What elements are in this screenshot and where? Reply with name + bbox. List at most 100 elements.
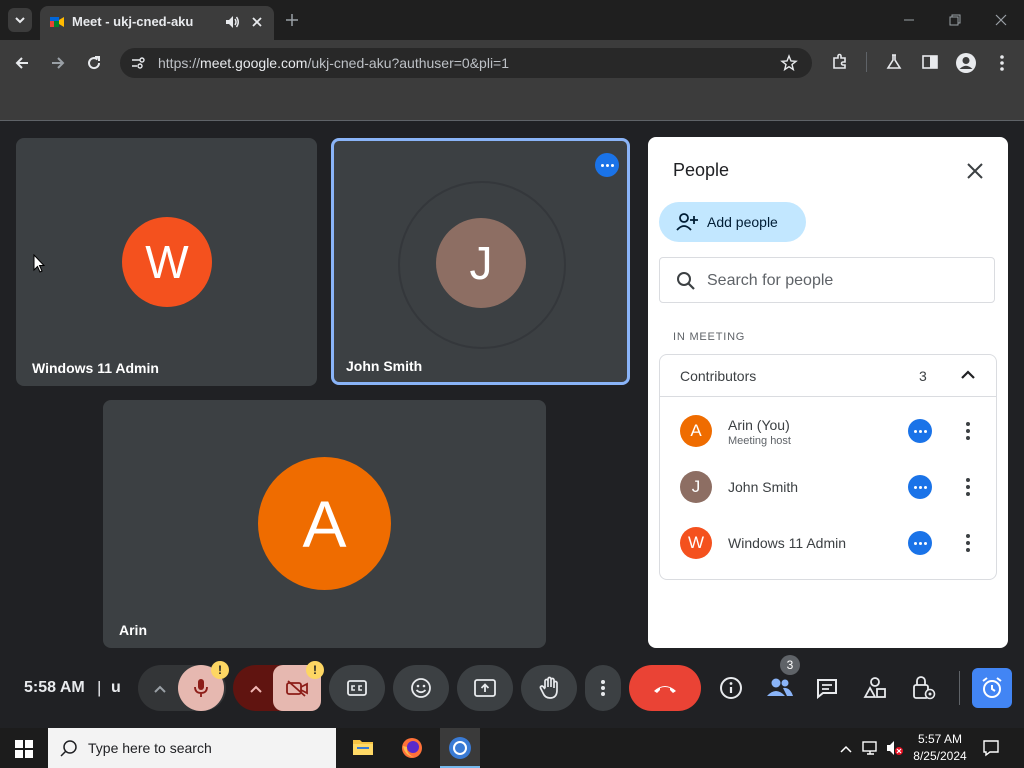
address-bar[interactable]: https://meet.google.com/ukj-cned-aku?aut…	[120, 48, 812, 78]
host-controls-icon[interactable]	[912, 675, 936, 706]
close-panel-icon[interactable]	[966, 162, 984, 185]
chrome-menu-icon[interactable]	[999, 54, 1005, 77]
avatar-initial: J	[691, 477, 701, 496]
search-people-input[interactable]: Search for people	[659, 257, 995, 303]
contributors-group: Contributors 3 A Arin (You) Meeting host…	[659, 354, 997, 580]
more-options-icon[interactable]	[966, 478, 970, 496]
video-options-chevron-icon[interactable]	[249, 682, 263, 700]
participant-avatar: W	[680, 527, 712, 559]
bookmark-star-icon[interactable]	[780, 54, 798, 77]
participant-status-button[interactable]	[908, 419, 932, 443]
tray-chevron-icon[interactable]	[839, 742, 853, 760]
participant-name: Arin (You)	[728, 417, 790, 433]
avatar-initial: A	[302, 486, 347, 561]
clock-time: 5:57 AM	[917, 732, 963, 746]
activities-icon[interactable]	[863, 676, 887, 705]
taskbar-clock[interactable]: 5:57 AM 8/25/2024	[908, 731, 972, 767]
tab-audio-icon[interactable]	[224, 14, 240, 35]
panel-title: People	[673, 160, 730, 180]
avatar-initial: W	[687, 533, 705, 552]
profile-avatar-icon[interactable]	[955, 52, 977, 79]
people-count-badge: 3	[780, 655, 800, 675]
controls-divider	[959, 671, 960, 705]
meeting-details-icon[interactable]	[719, 676, 743, 705]
participant-row[interactable]: W Windows 11 Admin	[660, 515, 996, 571]
emoji-icon	[411, 678, 431, 698]
url-text: https://meet.google.com/ukj-cned-aku?aut…	[158, 55, 509, 71]
meeting-code: u	[111, 679, 121, 696]
add-people-label: Add people	[707, 214, 778, 230]
windows-start-icon[interactable]	[15, 740, 33, 763]
avatar-initial: J	[469, 237, 493, 289]
participant-status-button[interactable]	[908, 475, 932, 499]
new-tab-icon[interactable]	[284, 12, 300, 33]
file-explorer-icon[interactable]	[352, 737, 374, 762]
more-vert-icon	[601, 680, 605, 696]
leave-call-button[interactable]	[629, 665, 701, 711]
restore-icon[interactable]	[948, 13, 962, 32]
participant-avatar: J	[680, 471, 712, 503]
back-icon[interactable]	[13, 54, 31, 77]
taskbar-search-icon	[60, 739, 78, 762]
search-placeholder: Search for people	[707, 272, 834, 289]
forward-icon[interactable]	[49, 54, 67, 77]
participant-tile-arin[interactable]: A Arin	[103, 400, 546, 648]
firefox-icon[interactable]	[400, 736, 424, 765]
people-icon[interactable]	[766, 676, 794, 703]
site-info-icon[interactable]	[130, 55, 146, 76]
chrome-taskbar-item[interactable]	[440, 728, 480, 768]
participant-tile-john-smith[interactable]: J John Smith	[331, 138, 630, 385]
browser-tab[interactable]: Meet - ukj-cned-aku	[40, 6, 274, 40]
captions-button[interactable]	[329, 665, 385, 711]
clock-date: 8/25/2024	[913, 749, 967, 763]
mic-warning-badge: !	[211, 661, 229, 679]
tab-title: Meet - ukj-cned-aku	[72, 14, 194, 29]
taskbar-search-box[interactable]: Type here to search	[48, 728, 336, 768]
present-button[interactable]	[457, 665, 513, 711]
alarm-icon	[982, 677, 1002, 698]
add-people-button[interactable]: Add people	[659, 202, 806, 242]
raise-hand-button[interactable]	[521, 665, 577, 711]
minimize-icon[interactable]	[902, 13, 916, 32]
tile-options-button[interactable]	[595, 153, 619, 177]
chevron-up-icon[interactable]	[960, 368, 976, 387]
participant-tile-windows-admin[interactable]: W Windows 11 Admin	[16, 138, 317, 386]
taskbar-search-placeholder: Type here to search	[88, 740, 212, 756]
participant-name: Windows 11 Admin	[728, 535, 847, 551]
url-path: /ukj-cned-aku?authuser=0&pli=1	[307, 55, 510, 71]
contributors-label: Contributors	[680, 368, 757, 384]
contributors-header[interactable]: Contributors 3	[660, 355, 996, 397]
participant-avatar: A	[680, 415, 712, 447]
labs-icon[interactable]	[885, 53, 903, 76]
participant-row[interactable]: A Arin (You) Meeting host	[660, 403, 996, 459]
volume-muted-icon[interactable]	[886, 740, 904, 761]
participant-name: John Smith	[728, 479, 799, 495]
more-options-icon[interactable]	[966, 422, 970, 440]
notifications-icon[interactable]	[982, 739, 1000, 762]
audio-options-chevron-icon[interactable]	[153, 682, 167, 700]
microphone-icon	[194, 679, 208, 697]
tab-search-button[interactable]	[8, 8, 32, 32]
participant-row[interactable]: J John Smith	[660, 459, 996, 515]
network-icon[interactable]	[862, 740, 880, 761]
participant-status-button[interactable]	[908, 531, 932, 555]
timer-button[interactable]	[972, 668, 1012, 708]
avatar-initial: W	[145, 236, 189, 288]
reload-icon[interactable]	[85, 54, 103, 77]
camera-off-icon	[286, 680, 308, 697]
participant-avatar: J	[436, 218, 526, 308]
tab-close-icon[interactable]	[250, 15, 264, 34]
close-window-icon[interactable]	[994, 13, 1008, 32]
contributors-count: 3	[919, 368, 927, 384]
reactions-button[interactable]	[393, 665, 449, 711]
more-options-button[interactable]	[585, 665, 621, 711]
side-panel-icon[interactable]	[921, 53, 939, 76]
avatar-initial: A	[690, 421, 702, 440]
chevron-down-icon	[15, 17, 25, 24]
present-screen-icon	[474, 679, 496, 697]
chat-icon[interactable]	[815, 677, 839, 704]
more-options-icon[interactable]	[966, 534, 970, 552]
extensions-icon[interactable]	[831, 53, 849, 76]
camera-warning-badge: !	[306, 661, 324, 679]
participant-avatar: A	[258, 457, 391, 590]
